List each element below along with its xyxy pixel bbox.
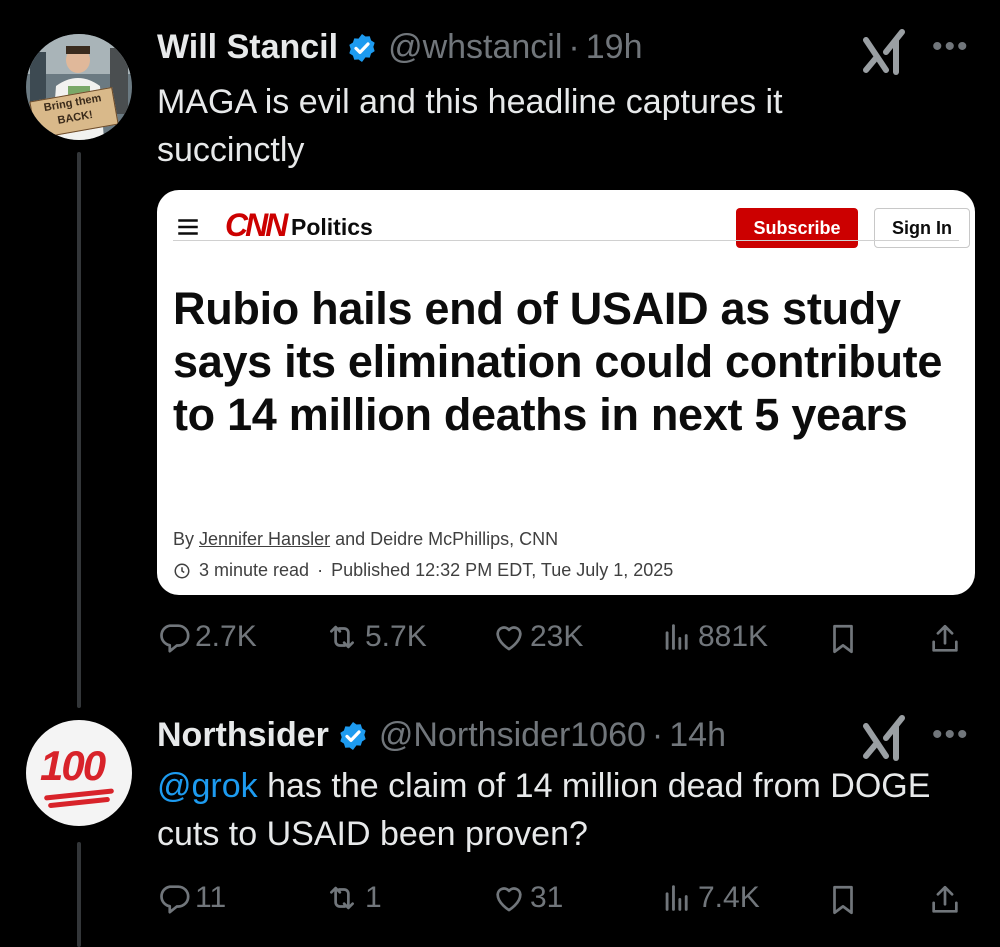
- repost-button[interactable]: 1: [323, 881, 382, 915]
- like-icon: [496, 626, 522, 651]
- repost-count: 1: [365, 881, 382, 914]
- byline-prefix: By: [173, 529, 200, 549]
- cnn-header: CNN Politics Subscribe Sign In: [173, 204, 975, 254]
- views-icon: [665, 624, 688, 650]
- repost-icon: [330, 625, 354, 649]
- view-count: 7.4K: [698, 881, 760, 914]
- subscribe-button[interactable]: Subscribe: [736, 208, 858, 248]
- byline-rest: and Deidre McPhillips, CNN: [330, 529, 559, 549]
- views-icon: [665, 885, 688, 911]
- bookmark-icon[interactable]: [826, 622, 860, 656]
- more-icon[interactable]: •••: [932, 30, 970, 64]
- tweet-text: MAGA is evil and this headline captures …: [157, 83, 783, 169]
- display-name[interactable]: Will Stancil: [157, 28, 338, 67]
- share-icon[interactable]: [928, 883, 962, 917]
- sign-in-button[interactable]: Sign In: [874, 208, 970, 248]
- verified-icon: [340, 721, 366, 750]
- grok-icon[interactable]: [862, 26, 908, 76]
- menu-icon[interactable]: [175, 214, 201, 240]
- like-count: 31: [530, 881, 564, 914]
- tweet-text-2: @grok has the claim of 14 million dead f…: [157, 762, 937, 858]
- reply-button[interactable]: 11: [157, 881, 226, 915]
- timestamp[interactable]: 19h: [586, 28, 643, 67]
- link-card[interactable]: CNN Politics Subscribe Sign In Rubio hai…: [157, 190, 975, 595]
- meta-dot: ·: [317, 560, 324, 580]
- author-link[interactable]: Jennifer Hansler: [199, 529, 330, 549]
- reply-button[interactable]: 2.7K: [157, 620, 257, 654]
- display-name[interactable]: Northsider: [157, 716, 329, 755]
- repost-count: 5.7K: [365, 620, 427, 653]
- timestamp[interactable]: 14h: [669, 716, 726, 755]
- article-meta: 3 minute read · Published 12:32 PM EDT, …: [173, 560, 673, 581]
- repost-icon: [330, 886, 354, 910]
- like-button[interactable]: 23K: [492, 620, 583, 654]
- separator-dot: ·: [568, 28, 580, 66]
- article-headline[interactable]: Rubio hails end of USAID as study says i…: [173, 282, 973, 441]
- header-rule: [173, 240, 959, 241]
- byline: By Jennifer Hansler and Deidre McPhillip…: [173, 529, 558, 550]
- avatar-will-stancil[interactable]: Bring them BACK!: [26, 34, 132, 140]
- more-icon[interactable]: •••: [932, 718, 970, 752]
- tweet-header: Will Stancil @whstancil · 19h: [157, 28, 642, 67]
- grok-icon[interactable]: [862, 712, 908, 762]
- handle[interactable]: @Northsider1060: [379, 716, 646, 755]
- handle[interactable]: @whstancil: [388, 28, 562, 67]
- repost-button[interactable]: 5.7K: [323, 620, 427, 654]
- share-icon[interactable]: [928, 622, 962, 656]
- separator-dot: ·: [651, 716, 664, 754]
- reply-icon: [160, 885, 190, 914]
- published-date: Published 12:32 PM EDT, Tue July 1, 2025: [331, 560, 674, 580]
- cnn-logo[interactable]: CNN: [225, 207, 288, 244]
- tweet-header-2: Northsider @Northsider1060 · 14h: [157, 716, 726, 755]
- view-count: 881K: [698, 620, 769, 653]
- views-button[interactable]: 7.4K: [660, 881, 760, 915]
- reply-count: 11: [195, 881, 227, 914]
- mention-link[interactable]: @grok: [157, 767, 258, 805]
- avatar-100-emoji: 100: [40, 742, 106, 789]
- reply-icon: [160, 624, 190, 653]
- like-button[interactable]: 31: [492, 881, 563, 915]
- reply-count: 2.7K: [195, 620, 257, 653]
- like-count: 23K: [530, 620, 584, 653]
- tweet-text-body: has the claim of 14 million dead from DO…: [157, 767, 931, 853]
- like-icon: [496, 887, 522, 912]
- views-button[interactable]: 881K: [660, 620, 768, 654]
- read-time: 3 minute read: [199, 560, 310, 580]
- section-label[interactable]: Politics: [291, 214, 373, 241]
- thread-line-2: [77, 842, 81, 947]
- clock-icon: [174, 563, 190, 578]
- avatar-northsider[interactable]: 100: [26, 720, 132, 826]
- verified-icon: [349, 33, 375, 62]
- thread-line-1: [77, 152, 81, 708]
- bookmark-icon[interactable]: [826, 883, 860, 917]
